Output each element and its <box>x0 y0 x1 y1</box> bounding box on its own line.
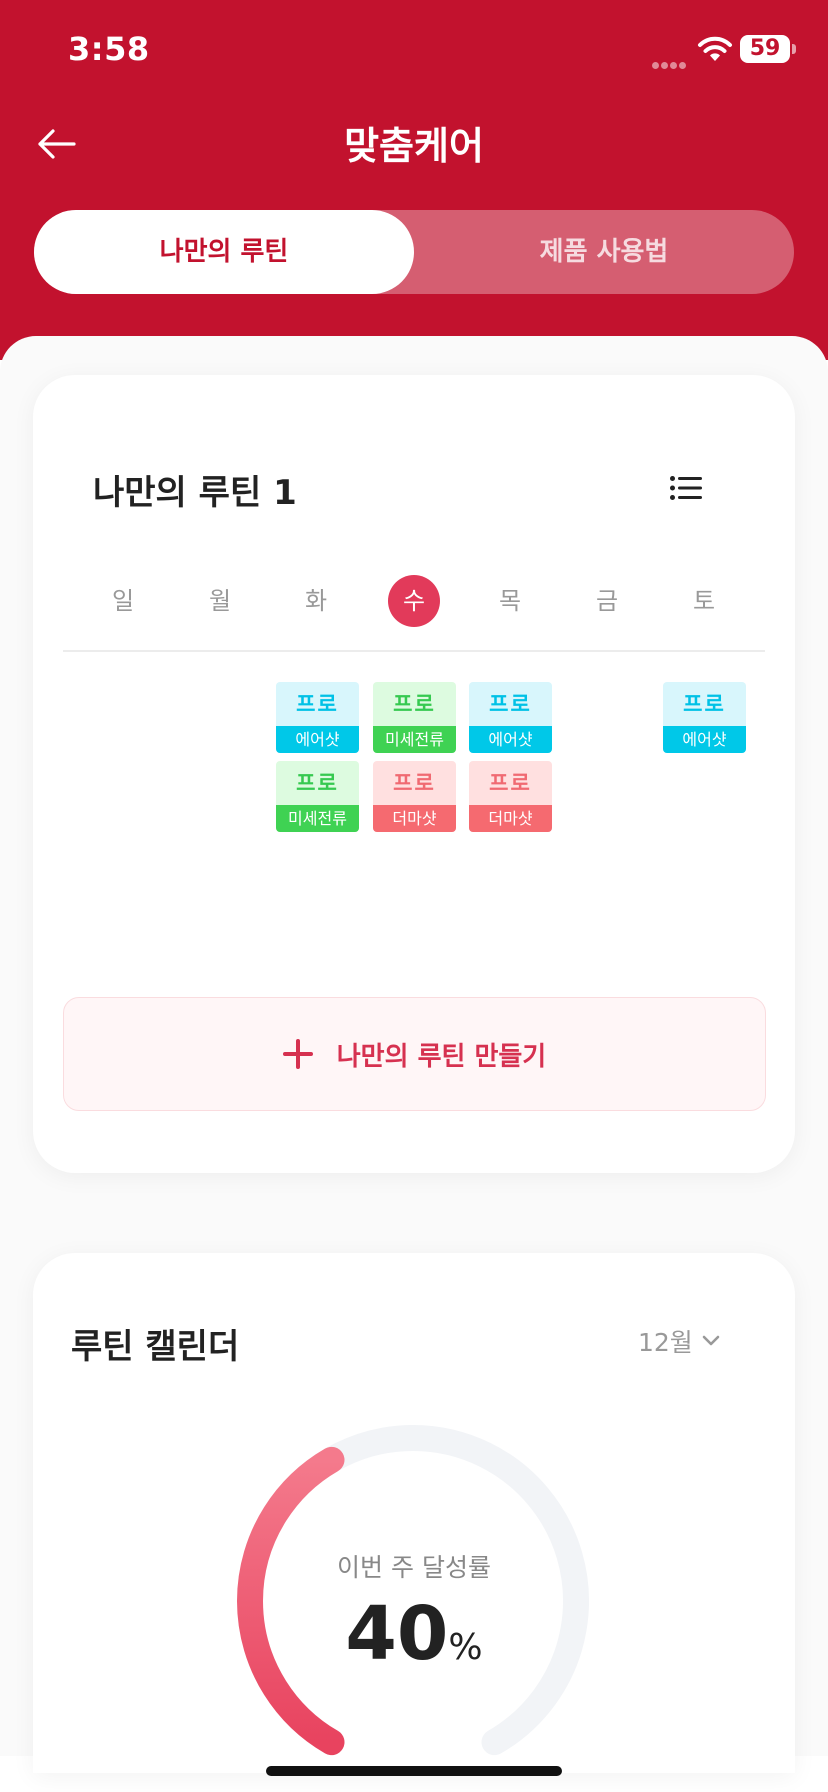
chip-mode-label: 더마샷 <box>373 805 456 832</box>
month-label: 12월 <box>638 1328 693 1357</box>
home-indicator <box>266 1766 562 1776</box>
chip-device-label: 프로 <box>393 771 436 795</box>
chip-device-label: 프로 <box>393 692 436 716</box>
day-mon[interactable]: 월 <box>194 575 246 627</box>
chip-mode-label: 에어샷 <box>663 726 746 753</box>
chip-device-label: 프로 <box>489 692 532 716</box>
battery-indicator: 59 <box>740 35 796 63</box>
calendar-card: 루틴 캘린더 12월 이번 주 달성률 40% <box>33 1253 795 1773</box>
chevron-down-icon <box>702 1335 720 1346</box>
create-routine-button[interactable]: 나만의 루틴 만들기 <box>63 997 766 1111</box>
routine-chip-tue-micro-current[interactable]: 프로 미세전류 <box>276 761 359 832</box>
routine-chip-thu-derma-shot[interactable]: 프로 더마샷 <box>469 761 552 832</box>
routine-title: 나만의 루틴 1 <box>93 473 297 513</box>
chip-device-label: 프로 <box>296 771 339 795</box>
status-time: 3:58 <box>68 30 150 68</box>
chip-mode-label: 에어샷 <box>469 726 552 753</box>
routine-chip-wed-micro-current[interactable]: 프로 미세전류 <box>373 682 456 753</box>
calendar-title: 루틴 캘린더 <box>71 1327 240 1367</box>
day-sun[interactable]: 일 <box>97 575 149 627</box>
chip-mode-label: 미세전류 <box>276 805 359 832</box>
routine-chip-tue-air-shot[interactable]: 프로 에어샷 <box>276 682 359 753</box>
wifi-icon <box>698 36 732 61</box>
day-sat[interactable]: 토 <box>678 575 730 627</box>
page-title: 맞춤케어 <box>344 124 484 168</box>
gauge-label: 이번 주 달성률 <box>337 1553 491 1582</box>
month-selector[interactable]: 12월 <box>638 1323 721 1359</box>
routine-chip-wed-derma-shot[interactable]: 프로 더마샷 <box>373 761 456 832</box>
tab-product-usage[interactable]: 제품 사용법 <box>414 210 794 294</box>
cellular-signal-icon <box>652 54 688 73</box>
plus-icon <box>282 1039 313 1069</box>
create-routine-label: 나만의 루틴 만들기 <box>336 1041 547 1072</box>
routine-menu-button[interactable] <box>663 465 709 511</box>
divider <box>63 650 765 652</box>
chip-mode-label: 미세전류 <box>373 726 456 753</box>
day-tue[interactable]: 화 <box>290 575 342 627</box>
day-wed[interactable]: 수 <box>388 575 440 627</box>
chip-mode-label: 더마샷 <box>469 805 552 832</box>
gauge-percent-unit: % <box>448 1627 483 1668</box>
day-fri[interactable]: 금 <box>581 575 633 627</box>
routine-chip-sat-air-shot[interactable]: 프로 에어샷 <box>663 682 746 753</box>
routine-card: 나만의 루틴 1 일 월 화 수 목 금 토 프로 에어샷 프로 미세전류 프로… <box>33 375 795 1173</box>
day-thu[interactable]: 목 <box>484 575 536 627</box>
chip-mode-label: 에어샷 <box>276 726 359 753</box>
chip-device-label: 프로 <box>683 692 726 716</box>
gauge-value: 40% <box>33 1591 795 1677</box>
list-icon <box>670 476 702 500</box>
routine-chip-thu-air-shot[interactable]: 프로 에어샷 <box>469 682 552 753</box>
chip-device-label: 프로 <box>489 771 532 795</box>
app-header: 3:58 59 맞춤케어 나만의 루틴 제품 사용법 <box>0 0 828 360</box>
chip-device-label: 프로 <box>296 692 339 716</box>
tab-my-routine[interactable]: 나만의 루틴 <box>34 210 414 294</box>
gauge-percent-number: 40 <box>345 1591 449 1677</box>
tab-bar: 나만의 루틴 제품 사용법 <box>34 210 794 294</box>
